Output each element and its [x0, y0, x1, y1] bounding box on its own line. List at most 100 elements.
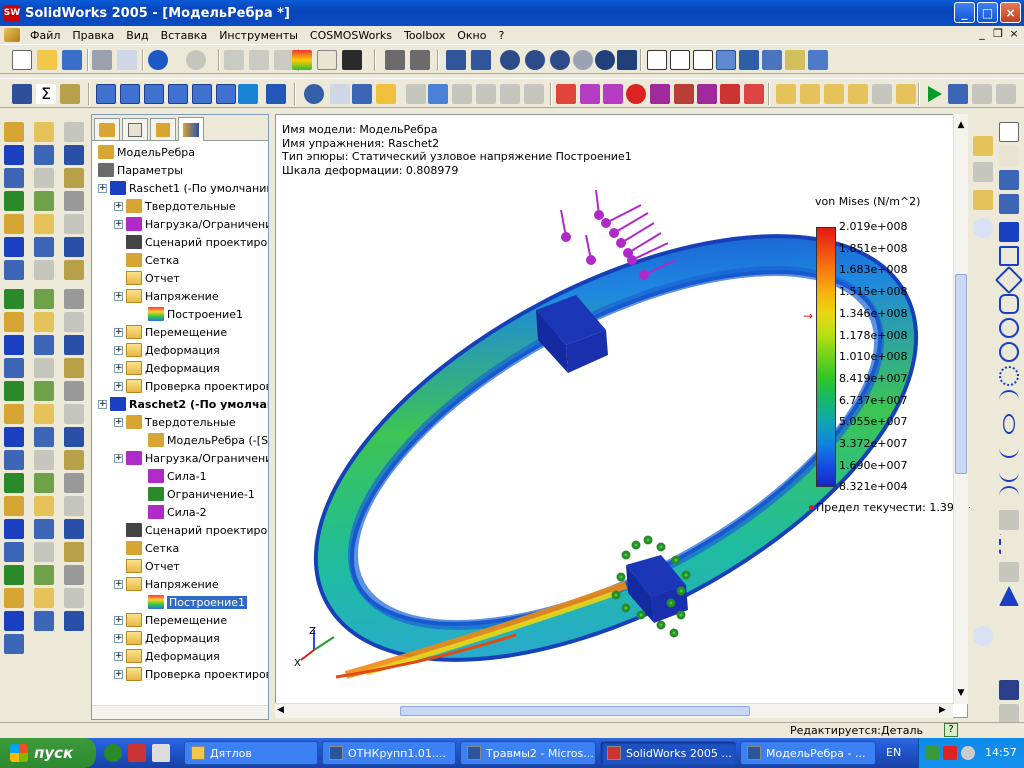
left-tool-0-16-icon[interactable] — [4, 496, 24, 516]
left-tool-2-13-icon[interactable] — [64, 427, 84, 447]
expand-icon[interactable]: + — [114, 615, 123, 625]
grid-snap-icon[interactable] — [999, 146, 1019, 166]
task-word-3[interactable]: МодельРебра - ... — [740, 741, 876, 765]
tray-network-icon[interactable] — [925, 746, 939, 760]
select-icon[interactable] — [342, 50, 362, 70]
folder-deform-icon[interactable] — [848, 84, 868, 104]
left-tool-1-1-icon[interactable] — [34, 145, 54, 165]
left-tool-0-2-icon[interactable] — [4, 168, 24, 188]
expand-icon[interactable]: + — [98, 399, 107, 409]
explorer-icon[interactable] — [973, 190, 993, 210]
menu-insert[interactable]: Вставка — [155, 29, 214, 42]
left-tool-1-9-icon[interactable] — [34, 335, 54, 355]
left-tool-2-7-icon[interactable] — [64, 289, 84, 309]
expand-icon[interactable]: + — [114, 201, 123, 211]
sketch-edit-icon[interactable] — [999, 170, 1019, 190]
left-tool-2-20-icon[interactable] — [64, 588, 84, 608]
ellipse-icon[interactable] — [1003, 414, 1015, 434]
left-tool-2-4-icon[interactable] — [64, 214, 84, 234]
rotate-icon[interactable] — [595, 50, 615, 70]
left-tool-2-17-icon[interactable] — [64, 519, 84, 539]
left-tool-2-8-icon[interactable] — [64, 312, 84, 332]
view-isometric-icon[interactable] — [238, 84, 258, 104]
zoom-fit-icon[interactable] — [446, 50, 466, 70]
sum-icon[interactable]: Σ — [36, 84, 56, 104]
left-tool-0-19-icon[interactable] — [4, 565, 24, 585]
view-right-icon[interactable] — [168, 84, 188, 104]
parabola-icon[interactable] — [999, 462, 1019, 482]
menu-edit[interactable]: Правка — [66, 29, 120, 42]
task-folder[interactable]: Дятлов — [184, 741, 318, 765]
left-tool-1-17-icon[interactable] — [34, 519, 54, 539]
scroll-up-icon[interactable]: ▲ — [955, 120, 967, 132]
quick-launch-ie-icon[interactable] — [104, 744, 122, 762]
polygon-icon[interactable] — [999, 294, 1019, 314]
redo-icon[interactable] — [186, 50, 206, 70]
left-tool-1-10-icon[interactable] — [34, 358, 54, 378]
tree-s2-force2[interactable]: Сила-2 — [136, 503, 207, 521]
expand-icon[interactable]: + — [114, 579, 123, 589]
zoom-in-icon[interactable] — [500, 50, 520, 70]
tree-s2-scenario[interactable]: Сценарий проектирован — [114, 521, 268, 539]
settings-icon[interactable] — [996, 84, 1016, 104]
left-tool-0-20-icon[interactable] — [4, 588, 24, 608]
mesh-hide-icon[interactable] — [476, 84, 496, 104]
task-word-1[interactable]: ОТНКрупп1.01.... — [322, 741, 456, 765]
tree-root[interactable]: МодельРебра — [98, 143, 195, 161]
offset-icon[interactable] — [999, 562, 1019, 582]
home-icon[interactable] — [973, 136, 993, 156]
bearing-load-icon[interactable] — [674, 84, 694, 104]
left-tool-2-5-icon[interactable] — [64, 237, 84, 257]
mesh-control-icon[interactable] — [500, 84, 520, 104]
collapse-icon[interactable] — [973, 218, 993, 238]
convert-icon[interactable] — [999, 704, 1019, 724]
left-tool-0-13-icon[interactable] — [4, 427, 24, 447]
tree-study2[interactable]: + Raschet2 (-По умолчани — [98, 395, 268, 413]
maximize-button[interactable]: □ — [977, 2, 998, 23]
study-icon[interactable] — [352, 84, 372, 104]
folder-disp-icon[interactable] — [800, 84, 820, 104]
tree-s1-stress[interactable]: + Напряжение — [114, 287, 219, 305]
arc-icon[interactable] — [999, 366, 1019, 386]
print-preview-icon[interactable] — [117, 50, 137, 70]
left-tool-2-11-icon[interactable] — [64, 381, 84, 401]
left-tool-0-17-icon[interactable] — [4, 519, 24, 539]
left-tool-1-19-icon[interactable] — [34, 565, 54, 585]
language-indicator[interactable]: EN — [886, 746, 901, 759]
left-tool-1-6-icon[interactable] — [34, 260, 54, 280]
viewport-horizontal-scrollbar[interactable]: ◀ ▶ — [275, 703, 953, 718]
menu-help[interactable]: ? — [492, 29, 510, 42]
point-icon[interactable] — [999, 510, 1019, 530]
left-tool-2-16-icon[interactable] — [64, 496, 84, 516]
cut-icon[interactable] — [224, 50, 244, 70]
menu-window[interactable]: Окно — [451, 29, 492, 42]
zoom-area-icon[interactable] — [471, 50, 491, 70]
search-icon[interactable] — [304, 84, 324, 104]
pan-icon[interactable] — [617, 50, 637, 70]
left-tool-1-4-icon[interactable] — [34, 214, 54, 234]
left-tool-0-6-icon[interactable] — [4, 260, 24, 280]
left-tool-0-11-icon[interactable] — [4, 381, 24, 401]
centrifugal-icon[interactable] — [650, 84, 670, 104]
tray-antivirus-icon[interactable] — [943, 746, 957, 760]
tree-s1-solid[interactable]: + Твердотельные — [114, 197, 236, 215]
left-tool-1-15-icon[interactable] — [34, 473, 54, 493]
solidworks-app-icon[interactable]: SW — [4, 5, 20, 21]
left-tool-2-14-icon[interactable] — [64, 450, 84, 470]
scroll-left-icon[interactable]: ◀ — [277, 705, 284, 715]
view-left-icon[interactable] — [144, 84, 164, 104]
left-tool-2-15-icon[interactable] — [64, 473, 84, 493]
expand-icon[interactable]: + — [114, 633, 123, 643]
left-tool-0-21-icon[interactable] — [4, 611, 24, 631]
circle-perimeter-icon[interactable] — [999, 342, 1019, 362]
shaded-icon[interactable] — [739, 50, 759, 70]
left-tool-1-8-icon[interactable] — [34, 312, 54, 332]
centerline-icon[interactable] — [999, 534, 1019, 554]
material-icon[interactable] — [376, 84, 396, 104]
tree-s1-check[interactable]: + Проверка проектирован — [114, 377, 268, 395]
expand-icon[interactable]: + — [114, 363, 123, 373]
pressure-icon[interactable] — [603, 84, 623, 104]
left-tool-0-10-icon[interactable] — [4, 358, 24, 378]
view-back-icon[interactable] — [120, 84, 140, 104]
open-icon[interactable] — [37, 50, 57, 70]
